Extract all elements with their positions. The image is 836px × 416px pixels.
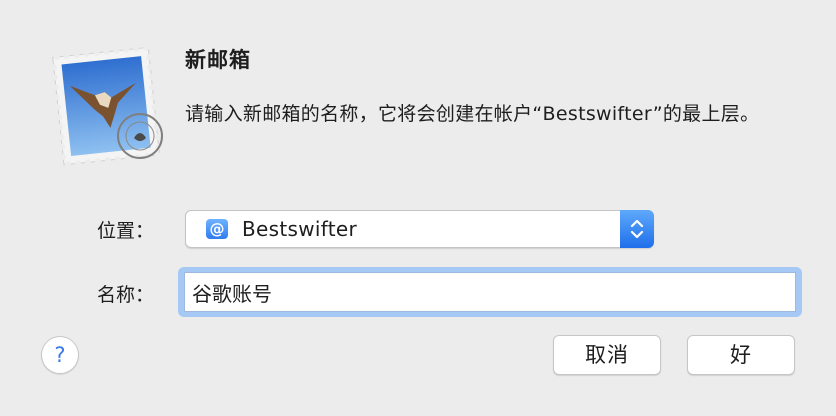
mail-stamp-icon [48, 42, 166, 168]
location-label: 位置： [96, 220, 154, 242]
new-mailbox-dialog: 新邮箱 请输入新邮箱的名称，它将会创建在帐户“Bestswifter”的最上层。… [0, 0, 836, 416]
up-down-chevron-icon[interactable] [620, 210, 654, 248]
mailbox-name-field[interactable] [184, 272, 796, 312]
location-value: Bestswifter [242, 217, 357, 241]
help-button[interactable]: ? [41, 336, 79, 374]
name-label: 名称： [96, 284, 154, 306]
ok-button[interactable]: 好 [687, 335, 795, 375]
at-sign-icon: @ [206, 219, 228, 239]
location-popup-button[interactable]: @ Bestswifter [185, 210, 654, 248]
cancel-button[interactable]: 取消 [553, 335, 661, 375]
dialog-title: 新邮箱 [185, 48, 251, 72]
dialog-description: 请输入新邮箱的名称，它将会创建在帐户“Bestswifter”的最上层。 [185, 103, 760, 125]
